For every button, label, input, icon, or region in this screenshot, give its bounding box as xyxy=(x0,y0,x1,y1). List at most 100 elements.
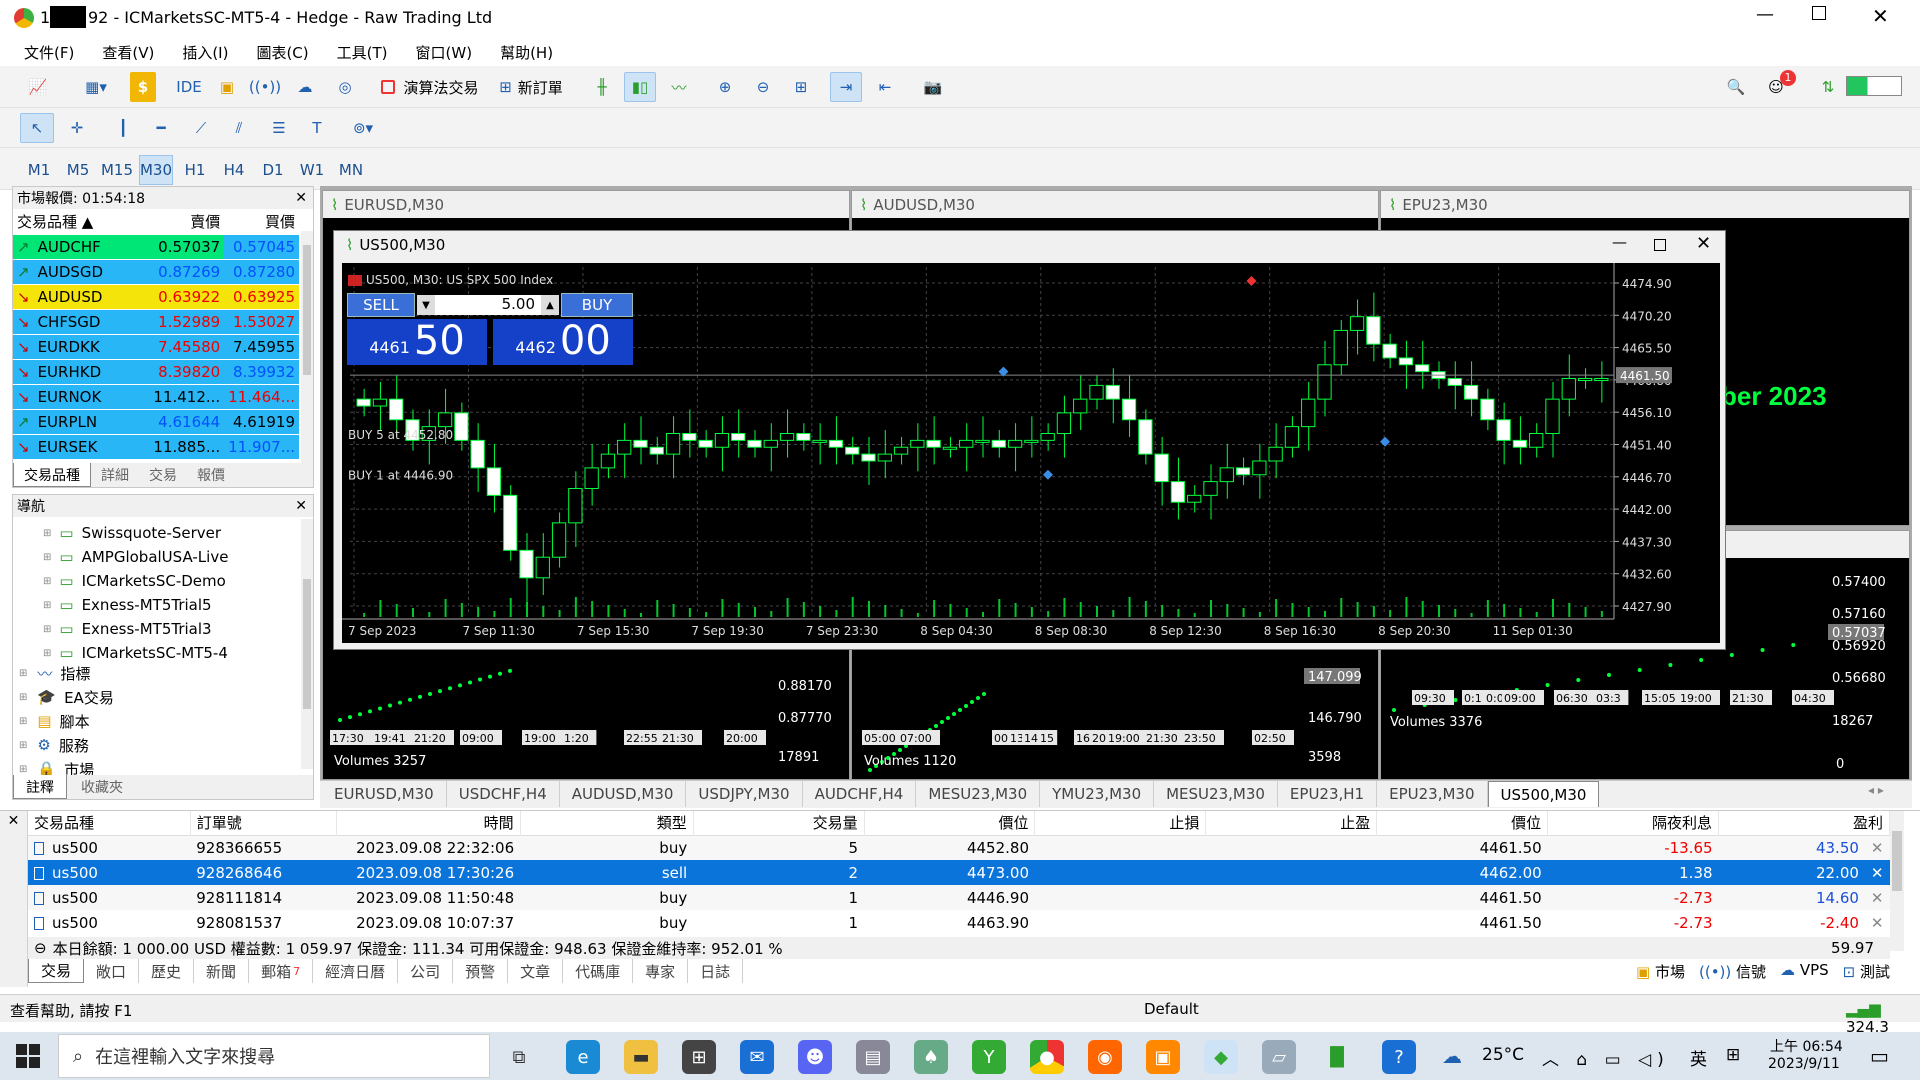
market-watch-row[interactable]: ↘ EURDKK 7.45580 7.45955 xyxy=(13,334,299,360)
chart-shift-icon[interactable]: ⇤ xyxy=(870,72,900,102)
expand-icon[interactable]: ⊞ xyxy=(43,576,51,587)
discord-icon[interactable]: ☻ xyxy=(798,1040,832,1074)
expand-icon[interactable]: ⊞ xyxy=(19,692,27,703)
help-icon[interactable]: ? xyxy=(1382,1040,1416,1074)
menu-file[interactable]: 文件(F) xyxy=(24,42,74,63)
trade-sl[interactable] xyxy=(1035,860,1206,885)
trade-row[interactable]: us500 928081537 2023.09.08 10:07:37 buy … xyxy=(28,910,1890,935)
close-icon[interactable]: ✕ xyxy=(295,498,307,514)
close-icon[interactable]: ✕ xyxy=(295,190,307,206)
app-icon-3[interactable]: Y xyxy=(972,1040,1006,1074)
cursor-icon[interactable]: ↖ xyxy=(20,113,54,143)
ime-mode-icon[interactable]: ⊞ xyxy=(1726,1045,1740,1065)
signals-link[interactable]: ((•)) 信號 xyxy=(1699,961,1766,982)
toolbox-tab[interactable]: 敞口 xyxy=(84,959,140,983)
tf-h1[interactable]: H1 xyxy=(178,155,212,185)
shapes-icon[interactable]: ⊚▾ xyxy=(340,113,386,143)
new-chart-icon[interactable]: 📈 xyxy=(24,72,52,102)
navigator-item[interactable]: ⊞ 🎓 EA交易 xyxy=(19,685,114,709)
lot-up-button[interactable]: ▲ xyxy=(541,295,559,315)
market-watch-row[interactable]: ↗ AUDSGD 0.87269 0.87280 xyxy=(13,259,299,285)
toolbox-tab[interactable]: 歷史 xyxy=(139,959,195,983)
file-explorer-icon[interactable]: ▬ xyxy=(624,1040,658,1074)
trade-scrollbar[interactable] xyxy=(1890,811,1904,951)
sell-button[interactable]: SELL xyxy=(347,293,415,317)
close-button[interactable]: ✕ xyxy=(1872,4,1889,28)
chart-tab[interactable]: EPU23,H1 xyxy=(1278,781,1378,807)
chart-tab[interactable]: MESU23,M30 xyxy=(916,781,1041,807)
autoscroll-icon[interactable]: ⇥ xyxy=(830,72,862,102)
app-icon-2[interactable]: ♠ xyxy=(914,1040,948,1074)
navigator-server[interactable]: ⊞ ▭ ICMarketsSC-Demo xyxy=(43,569,228,593)
chart-tab[interactable]: US500,M30 xyxy=(1487,781,1600,807)
toolbox-tab[interactable]: 郵箱 7 xyxy=(249,959,314,983)
tf-m15[interactable]: M15 xyxy=(100,155,134,185)
close-position-icon[interactable]: ✕ xyxy=(1871,914,1884,932)
store-icon[interactable]: ⊞ xyxy=(682,1040,716,1074)
close-position-icon[interactable]: ✕ xyxy=(1871,864,1884,882)
vps-link[interactable]: ☁ VPS xyxy=(1780,961,1829,982)
sell-price[interactable]: 4461 50 xyxy=(347,319,487,365)
clock-time[interactable]: 上午 06:54 xyxy=(1770,1036,1843,1056)
trade-col-header[interactable]: 止損 xyxy=(1034,811,1207,835)
toolbox-tab[interactable]: 交易 xyxy=(28,959,85,983)
text-icon[interactable]: T xyxy=(302,113,332,143)
trade-sl[interactable] xyxy=(1035,910,1206,935)
tile-windows-icon[interactable]: ⊞ xyxy=(786,72,816,102)
channel-icon[interactable]: ⫽ xyxy=(224,113,254,143)
trendline-icon[interactable]: ⟋ xyxy=(186,113,216,143)
menu-view[interactable]: 查看(V) xyxy=(102,42,154,63)
tf-d1[interactable]: D1 xyxy=(256,155,290,185)
app-icon-6[interactable]: ▐▌ xyxy=(1320,1040,1354,1074)
toolbox-tab[interactable]: 公司 xyxy=(398,959,454,983)
close-position-icon[interactable]: ✕ xyxy=(1871,889,1884,907)
tf-mn[interactable]: MN xyxy=(334,155,368,185)
trade-col-header[interactable]: 止盈 xyxy=(1205,811,1378,835)
mw-tab-trading[interactable]: 交易 xyxy=(139,463,187,487)
navigator-server[interactable]: ⊞ ▭ Swissquote-Server xyxy=(43,521,228,545)
toolbox-tab[interactable]: 專家 xyxy=(633,959,689,983)
maximize-button[interactable] xyxy=(1654,239,1666,251)
ide-button[interactable]: IDE xyxy=(172,72,206,102)
chart-tabs-scroll[interactable]: ◂ ▸ xyxy=(1868,783,1884,797)
algo-trading-button[interactable]: 演算法交易 xyxy=(376,72,484,102)
nav-tab-common[interactable]: 註釋 xyxy=(13,775,67,799)
col-bid[interactable]: 賣價 xyxy=(149,209,225,235)
market-watch-row[interactable]: ↘ EURHKD 8.39820 8.39932 xyxy=(13,359,299,385)
market-watch-row[interactable]: ↘ AUDUSD 0.63922 0.63925 xyxy=(13,284,299,310)
close-icon[interactable]: ✕ xyxy=(0,813,27,829)
ime-indicator[interactable]: 英 xyxy=(1690,1045,1707,1070)
vertical-line-icon[interactable]: ┃ xyxy=(108,113,138,143)
expand-icon[interactable]: ⊞ xyxy=(43,528,51,539)
navigator-scrollbar[interactable] xyxy=(301,519,313,769)
trade-col-header[interactable]: 價位 xyxy=(864,811,1036,835)
market-link[interactable]: ▣ 市場 xyxy=(1636,961,1685,982)
tf-m5[interactable]: M5 xyxy=(61,155,95,185)
taskbar-search[interactable]: ⌕ 在這裡輸入文字來搜尋 xyxy=(58,1034,490,1078)
task-view-icon[interactable]: ⧉ xyxy=(502,1040,536,1074)
market-watch-row[interactable]: ↘ CHFSGD 1.52989 1.53027 xyxy=(13,309,299,335)
navigator-server[interactable]: ⊞ ▭ Exness-MT5Trial3 xyxy=(43,617,228,641)
maximize-button[interactable] xyxy=(1812,6,1826,20)
app-icon-1[interactable]: ▤ xyxy=(856,1040,890,1074)
toolbox-tab[interactable]: 日誌 xyxy=(688,959,744,983)
expand-icon[interactable]: ⊞ xyxy=(19,764,27,775)
candlestick-icon[interactable]: ▮▯ xyxy=(624,72,656,102)
tf-m30[interactable]: M30 xyxy=(139,155,173,185)
market-watch-scrollbar[interactable] xyxy=(301,231,313,471)
mw-tab-symbols[interactable]: 交易品種 xyxy=(13,463,91,487)
cloud-icon[interactable]: ☁ xyxy=(290,72,320,102)
bar-chart-icon[interactable]: ╫ xyxy=(588,72,616,102)
tf-w1[interactable]: W1 xyxy=(295,155,329,185)
trade-sl[interactable] xyxy=(1035,885,1206,910)
trade-tp[interactable] xyxy=(1206,910,1377,935)
chart-tab[interactable]: EURUSD,M30 xyxy=(322,781,447,807)
chart-tab[interactable]: USDJPY,M30 xyxy=(686,781,803,807)
chart-tab[interactable]: EPU23,M30 xyxy=(1377,781,1488,807)
menu-help[interactable]: 幫助(H) xyxy=(500,42,553,63)
chart-tab[interactable]: YMU23,M30 xyxy=(1040,781,1155,807)
expand-icon[interactable]: ⊞ xyxy=(43,624,51,635)
navigator-server[interactable]: ⊞ ▭ AMPGlobalUSA-Live xyxy=(43,545,228,569)
start-button[interactable] xyxy=(16,1044,40,1068)
expand-icon[interactable]: ⊞ xyxy=(19,716,27,727)
